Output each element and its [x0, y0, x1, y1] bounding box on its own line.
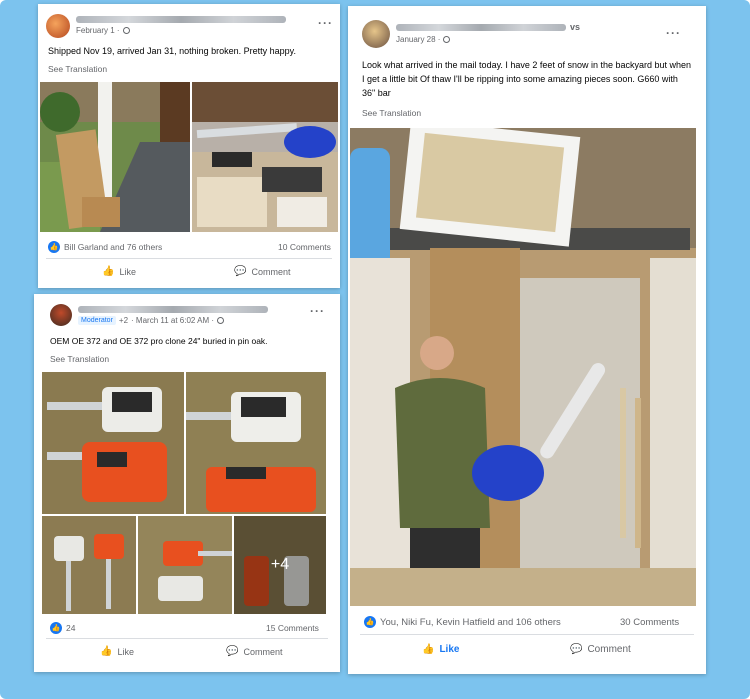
post-date[interactable]: · March 11 at 6:02 AM ·	[131, 316, 214, 325]
post-date[interactable]: January 28 ·	[396, 35, 440, 44]
more-photos-overlay[interactable]: +4	[234, 516, 326, 614]
members-count: +2	[118, 316, 129, 325]
comment-count[interactable]: 10 Comments	[278, 242, 331, 252]
comment-icon: 💬	[234, 266, 247, 277]
post-header: vs January 28 ·	[362, 20, 580, 48]
reaction-summary[interactable]: 👍 24	[50, 622, 75, 634]
post-text: Shipped Nov 19, arrived Jan 31, nothing …	[48, 46, 296, 56]
more-options-icon[interactable]: ···	[310, 304, 325, 318]
thumbs-up-icon: 👍	[422, 644, 435, 655]
thumbs-up-icon: 👍	[100, 646, 113, 657]
like-label: Like	[119, 266, 136, 277]
comment-button[interactable]: 💬 Comment	[234, 266, 290, 277]
reaction-names: You, Niki Fu, Kevin Hatfield and 106 oth…	[380, 616, 561, 628]
comment-icon: 💬	[226, 646, 239, 657]
more-options-icon[interactable]: ···	[666, 26, 681, 40]
photo-saws-small-3-more[interactable]: +4	[234, 516, 326, 614]
divider	[46, 258, 332, 259]
author-avatar[interactable]	[362, 20, 390, 48]
post-date[interactable]: February 1 ·	[76, 26, 120, 35]
comment-label: Comment	[243, 646, 283, 657]
like-reaction-icon: 👍	[364, 616, 376, 628]
comment-button[interactable]: 💬 Comment	[570, 644, 631, 655]
reaction-summary[interactable]: 👍 Bill Garland and 76 others	[48, 241, 162, 253]
comment-label: Comment	[251, 266, 291, 277]
post-text: OEM OE 372 and OE 372 pro clone 24" buri…	[50, 336, 268, 346]
post-text: Look what arrived in the mail today. I h…	[362, 60, 692, 98]
author-name-blurred[interactable]	[76, 16, 286, 23]
like-button[interactable]: 👍 Like	[102, 266, 136, 277]
photo-man-with-chainsaw[interactable]	[350, 128, 696, 606]
author-avatar[interactable]	[46, 14, 70, 38]
divider	[360, 634, 694, 635]
comment-count[interactable]: 30 Comments	[620, 617, 679, 628]
like-reaction-icon: 👍	[50, 622, 62, 634]
like-label: Like	[117, 646, 134, 657]
post-header: Moderator +2 · March 11 at 6:02 AM ·	[50, 304, 268, 326]
comment-count[interactable]: 15 Comments	[266, 623, 319, 633]
author-name-blurred[interactable]	[78, 306, 268, 313]
reaction-names: Bill Garland and 76 others	[64, 242, 163, 252]
comment-label: Comment	[587, 644, 631, 655]
photo-boxes-porch[interactable]	[40, 82, 190, 232]
see-translation-link[interactable]: See Translation	[362, 108, 421, 118]
reaction-summary[interactable]: 👍 You, Niki Fu, Kevin Hatfield and 106 o…	[364, 616, 561, 628]
author-name-suffix[interactable]: vs	[570, 22, 580, 32]
like-label: Like	[439, 644, 460, 655]
photo-unboxed-saw[interactable]	[192, 82, 338, 232]
globe-icon	[443, 36, 451, 43]
post-card-chainsaws: Moderator +2 · March 11 at 6:02 AM · ···…	[34, 294, 340, 672]
comment-button[interactable]: 💬 Comment	[226, 646, 282, 657]
author-avatar[interactable]	[50, 304, 72, 326]
post-header: February 1 ·	[46, 14, 286, 38]
post-card-shipping: February 1 · ··· Shipped Nov 19, arrived…	[38, 4, 340, 288]
like-button[interactable]: 👍 Like	[100, 646, 134, 657]
like-button-active[interactable]: 👍 Like	[422, 644, 459, 655]
photo-saws-grass-2[interactable]	[186, 372, 326, 514]
like-reaction-icon: 👍	[48, 241, 60, 253]
more-options-icon[interactable]: ···	[318, 16, 333, 30]
photo-saws-small-2[interactable]	[138, 516, 232, 614]
photo-saws-grass-1[interactable]	[42, 372, 184, 514]
globe-icon	[217, 317, 225, 324]
post-card-g660: vs January 28 · ··· Look what arrived in…	[348, 6, 706, 674]
see-translation-link[interactable]: See Translation	[48, 64, 107, 74]
photo-saws-small-1[interactable]	[42, 516, 136, 614]
comment-icon: 💬	[570, 644, 583, 655]
divider	[46, 638, 328, 639]
author-name-blurred[interactable]	[396, 23, 566, 31]
thumbs-up-icon: 👍	[102, 266, 115, 277]
see-translation-link[interactable]: See Translation	[50, 354, 109, 364]
reaction-count: 24	[66, 623, 76, 633]
moderator-badge: Moderator	[78, 316, 116, 325]
globe-icon	[122, 27, 130, 34]
